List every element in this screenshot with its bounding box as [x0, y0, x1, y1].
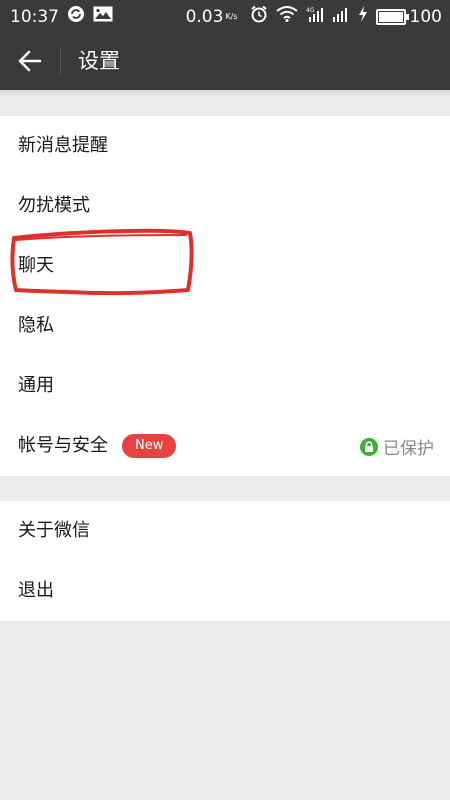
- settings-item-new-message-alerts[interactable]: 新消息提醒: [0, 116, 450, 176]
- charging-icon: [358, 6, 368, 27]
- settings-item-label: 隐私: [18, 315, 54, 336]
- battery-icon: [375, 8, 409, 25]
- arrow-left-icon: [18, 50, 42, 72]
- settings-item-label: 帐号与安全: [18, 435, 108, 456]
- status-bar: 10:37 0.03 K/s 4G 100: [0, 0, 450, 31]
- protection-status-text: 已保护: [383, 439, 434, 459]
- alarm-icon: [250, 5, 268, 28]
- protection-status: 已保护: [360, 434, 434, 459]
- new-badge: New: [122, 434, 177, 458]
- page-title: 设置: [78, 49, 120, 73]
- settings-item-label: 聊天: [18, 255, 54, 276]
- net-speed-unit: K/s: [225, 12, 238, 21]
- settings-item-label: 关于微信: [18, 520, 90, 541]
- settings-item-label: 勿扰模式: [18, 195, 90, 216]
- settings-item-do-not-disturb[interactable]: 勿扰模式: [0, 176, 450, 236]
- wifi-icon: [275, 6, 298, 27]
- status-right: 0.03 K/s 4G 100: [186, 5, 442, 28]
- app-bar-shadow: [0, 90, 450, 96]
- battery-level: 100: [409, 6, 442, 27]
- signal-icon: [332, 6, 350, 27]
- settings-item-logout[interactable]: 退出: [0, 561, 450, 621]
- settings-item-label: 退出: [18, 580, 54, 601]
- svg-text:4G: 4G: [306, 7, 315, 14]
- signal-4g-icon: 4G: [306, 6, 324, 27]
- settings-item-about-wechat[interactable]: 关于微信: [0, 501, 450, 561]
- net-speed: 0.03: [185, 6, 224, 27]
- lock-icon: [360, 437, 378, 456]
- back-button[interactable]: [12, 43, 48, 79]
- settings-item-general[interactable]: 通用: [0, 356, 450, 416]
- settings-group-secondary: 关于微信 退出: [0, 501, 450, 621]
- status-time: 10:37: [10, 6, 59, 27]
- app-bar-divider: [60, 47, 61, 75]
- settings-item-chat[interactable]: 聊天: [0, 236, 450, 296]
- status-left: 10:37: [10, 5, 113, 28]
- app-bar: 设置: [0, 31, 450, 90]
- sync-icon: [67, 5, 85, 28]
- settings-item-account-security[interactable]: 帐号与安全 New 已保护: [0, 416, 450, 476]
- settings-item-label: 通用: [18, 375, 54, 396]
- settings-group-main: 新消息提醒 勿扰模式 聊天 隐私 通用 帐号与安全 New 已保护: [0, 116, 450, 476]
- settings-item-label: 新消息提醒: [18, 135, 108, 156]
- image-icon: [93, 6, 113, 27]
- settings-item-privacy[interactable]: 隐私: [0, 296, 450, 356]
